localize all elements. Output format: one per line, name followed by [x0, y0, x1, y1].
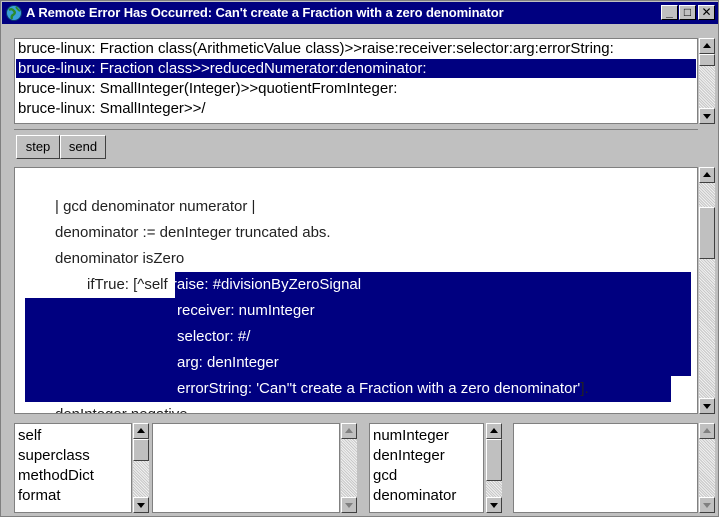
scroll-down-button[interactable]: [341, 497, 357, 513]
close-button[interactable]: ✕: [698, 5, 715, 20]
scroll-up-button[interactable]: [133, 423, 149, 439]
scroll-down-button[interactable]: [699, 497, 715, 513]
context-value-scrollbar[interactable]: [699, 423, 715, 513]
receiver-field-list[interactable]: self superclass methodDict format: [14, 423, 132, 513]
title-bar[interactable]: A Remote Error Has Occurred: Can't creat…: [2, 2, 718, 24]
selection-highlight: [25, 298, 691, 376]
context-value-pane[interactable]: [513, 423, 698, 513]
context-list-scrollbar[interactable]: [486, 423, 502, 513]
maximize-button[interactable]: □: [679, 5, 696, 20]
stack-list[interactable]: bruce-linux: Fraction class(ArithmeticVa…: [14, 38, 698, 124]
receiver-value-scrollbar[interactable]: [341, 423, 357, 513]
code-line: denominator := denInteger truncated abs.: [55, 224, 331, 241]
arrow-down-icon: [490, 503, 498, 508]
minimize-icon: _: [666, 5, 673, 19]
code-line: ifTrue: [^self raise: #divisionByZeroSig…: [87, 272, 361, 298]
scroll-thumb[interactable]: [699, 54, 715, 66]
receiver-value-pane[interactable]: [152, 423, 340, 513]
minimize-button[interactable]: _: [661, 5, 678, 20]
code-text: ifTrue: [^self: [87, 276, 172, 293]
scroll-down-button[interactable]: [699, 108, 715, 124]
scroll-up-button[interactable]: [341, 423, 357, 439]
code-scrollbar[interactable]: [699, 167, 715, 414]
scroll-down-button[interactable]: [133, 497, 149, 513]
selected-code-line: arg: denInteger: [177, 354, 279, 371]
send-button[interactable]: send: [60, 135, 106, 159]
window-title: A Remote Error Has Occurred: Can't creat…: [26, 5, 504, 20]
scroll-up-button[interactable]: [699, 423, 715, 439]
scroll-thumb[interactable]: [133, 439, 149, 461]
selected-code-line: receiver: numInteger: [177, 302, 315, 319]
scroll-up-button[interactable]: [699, 38, 715, 54]
code-line: denInteger negative: [55, 402, 188, 413]
list-item[interactable]: self: [18, 426, 41, 445]
step-button[interactable]: step: [16, 135, 60, 159]
receiver-list-scrollbar[interactable]: [133, 423, 149, 513]
stack-item[interactable]: bruce-linux: Fraction class(ArithmeticVa…: [18, 39, 697, 58]
arrow-up-icon: [703, 428, 711, 433]
arrow-down-icon: [137, 503, 145, 508]
stack-item[interactable]: bruce-linux: SmallInteger>>/: [18, 99, 697, 118]
scroll-thumb[interactable]: [486, 439, 502, 481]
list-item[interactable]: denominator: [373, 486, 456, 505]
arrow-up-icon: [137, 428, 145, 433]
debugger-toolbar: step send: [14, 129, 698, 161]
code-text: ].: [580, 380, 589, 397]
debugger-window: A Remote Error Has Occurred: Can't creat…: [0, 0, 719, 517]
list-item[interactable]: numInteger: [373, 426, 449, 445]
stack-item-selected[interactable]: bruce-linux: Fraction class>>reducedNume…: [16, 59, 696, 78]
selected-code-text: raise: #divisionByZeroSignal: [171, 276, 362, 293]
scroll-up-button[interactable]: [486, 423, 502, 439]
context-field-list[interactable]: numInteger denInteger gcd denominator: [369, 423, 484, 513]
arrow-up-icon: [345, 428, 353, 433]
arrow-up-icon: [703, 43, 711, 48]
method-source-pane[interactable]: | gcd denominator numerator | denominato…: [14, 167, 698, 414]
scroll-down-button[interactable]: [486, 497, 502, 513]
list-item[interactable]: methodDict: [18, 466, 94, 485]
arrow-down-icon: [703, 404, 711, 409]
arrow-up-icon: [490, 428, 498, 433]
list-item[interactable]: format: [18, 486, 61, 505]
arrow-down-icon: [345, 503, 353, 508]
scroll-down-button[interactable]: [699, 398, 715, 414]
code-line: | gcd denominator numerator |: [55, 198, 256, 215]
stack-item[interactable]: bruce-linux: SmallInteger(Integer)>>quot…: [18, 79, 697, 98]
arrow-down-icon: [703, 114, 711, 119]
list-item[interactable]: superclass: [18, 446, 90, 465]
list-item[interactable]: gcd: [373, 466, 397, 485]
maximize-icon: □: [683, 5, 692, 19]
app-globe-icon: [6, 5, 22, 21]
scroll-thumb[interactable]: [699, 207, 715, 259]
selected-code-line: selector: #/: [177, 328, 251, 345]
code-line: denominator isZero: [55, 250, 185, 267]
scroll-up-button[interactable]: [699, 167, 715, 183]
arrow-down-icon: [703, 503, 711, 508]
code-line: errorString: 'Can''t create a Fraction w…: [177, 376, 589, 402]
selected-code-text: errorString: 'Can''t create a Fraction w…: [177, 380, 581, 397]
arrow-up-icon: [703, 172, 711, 177]
list-item[interactable]: denInteger: [373, 446, 445, 465]
stack-scrollbar[interactable]: [699, 38, 715, 124]
close-icon: ✕: [701, 5, 712, 19]
